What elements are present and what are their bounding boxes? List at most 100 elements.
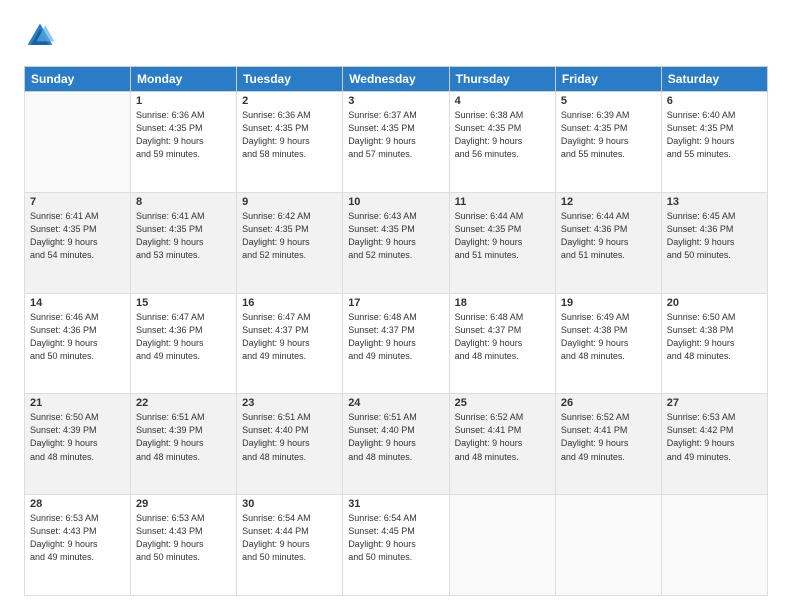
calendar-cell: 1 Sunrise: 6:36 AM Sunset: 4:35 PM Daylig… bbox=[131, 92, 237, 193]
day-info: Sunrise: 6:53 AM Sunset: 4:43 PM Dayligh… bbox=[30, 512, 125, 564]
day-info: Sunrise: 6:41 AM Sunset: 4:35 PM Dayligh… bbox=[30, 210, 125, 262]
day-info: Sunrise: 6:54 AM Sunset: 4:44 PM Dayligh… bbox=[242, 512, 337, 564]
calendar-cell: 6 Sunrise: 6:40 AM Sunset: 4:35 PM Daylig… bbox=[661, 92, 767, 193]
calendar-cell: 21 Sunrise: 6:50 AM Sunset: 4:39 PM Dayli… bbox=[25, 394, 131, 495]
day-number: 10 bbox=[348, 196, 443, 208]
day-number: 28 bbox=[30, 498, 125, 510]
calendar-cell: 2Sunrise: 6:36 AM Sunset: 4:35 PM Daylig… bbox=[237, 92, 343, 193]
day-number: 19 bbox=[561, 297, 656, 309]
weekday-header-row: SundayMondayTuesdayWednesdayThursdayFrid… bbox=[25, 67, 768, 92]
calendar-cell: 28 Sunrise: 6:53 AM Sunset: 4:43 PM Dayli… bbox=[25, 495, 131, 596]
page: SundayMondayTuesdayWednesdayThursdayFrid… bbox=[0, 0, 792, 612]
day-info: Sunrise: 6:47 AM Sunset: 4:37 PM Dayligh… bbox=[242, 311, 337, 363]
day-info: Sunrise: 6:36 AM Sunset: 4:35 PM Dayligh… bbox=[242, 109, 337, 161]
calendar-cell: 4 Sunrise: 6:38 AM Sunset: 4:35 PM Daylig… bbox=[449, 92, 555, 193]
calendar-cell: 20Sunrise: 6:50 AM Sunset: 4:38 PM Dayli… bbox=[661, 293, 767, 394]
day-number: 16 bbox=[242, 297, 337, 309]
weekday-header-tuesday: Tuesday bbox=[237, 67, 343, 92]
day-info: Sunrise: 6:54 AM Sunset: 4:45 PM Dayligh… bbox=[348, 512, 443, 564]
calendar-cell: 14 Sunrise: 6:46 AM Sunset: 4:36 PM Dayli… bbox=[25, 293, 131, 394]
day-info: Sunrise: 6:43 AM Sunset: 4:35 PM Dayligh… bbox=[348, 210, 443, 262]
day-number: 23 bbox=[242, 397, 337, 409]
calendar-cell: 19 Sunrise: 6:49 AM Sunset: 4:38 PM Dayli… bbox=[555, 293, 661, 394]
calendar-cell: 3 Sunrise: 6:37 AM Sunset: 4:35 PM Daylig… bbox=[343, 92, 449, 193]
weekday-header-saturday: Saturday bbox=[661, 67, 767, 92]
calendar: SundayMondayTuesdayWednesdayThursdayFrid… bbox=[24, 66, 768, 596]
calendar-cell: 29Sunrise: 6:53 AM Sunset: 4:43 PM Dayli… bbox=[131, 495, 237, 596]
day-number: 6 bbox=[667, 95, 762, 107]
day-number: 21 bbox=[30, 397, 125, 409]
calendar-cell: 16 Sunrise: 6:47 AM Sunset: 4:37 PM Dayli… bbox=[237, 293, 343, 394]
day-info: Sunrise: 6:40 AM Sunset: 4:35 PM Dayligh… bbox=[667, 109, 762, 161]
calendar-cell bbox=[555, 495, 661, 596]
day-info: Sunrise: 6:37 AM Sunset: 4:35 PM Dayligh… bbox=[348, 109, 443, 161]
day-info: Sunrise: 6:48 AM Sunset: 4:37 PM Dayligh… bbox=[348, 311, 443, 363]
day-info: Sunrise: 6:42 AM Sunset: 4:35 PM Dayligh… bbox=[242, 210, 337, 262]
day-info: Sunrise: 6:52 AM Sunset: 4:41 PM Dayligh… bbox=[455, 411, 550, 463]
calendar-week-row: 14 Sunrise: 6:46 AM Sunset: 4:36 PM Dayli… bbox=[25, 293, 768, 394]
day-info: Sunrise: 6:46 AM Sunset: 4:36 PM Dayligh… bbox=[30, 311, 125, 363]
calendar-cell: 25 Sunrise: 6:52 AM Sunset: 4:41 PM Dayli… bbox=[449, 394, 555, 495]
calendar-cell: 12 Sunrise: 6:44 AM Sunset: 4:36 PM Dayli… bbox=[555, 192, 661, 293]
day-info: Sunrise: 6:51 AM Sunset: 4:40 PM Dayligh… bbox=[242, 411, 337, 463]
day-number: 20 bbox=[667, 297, 762, 309]
day-info: Sunrise: 6:38 AM Sunset: 4:35 PM Dayligh… bbox=[455, 109, 550, 161]
calendar-cell: 5 Sunrise: 6:39 AM Sunset: 4:35 PM Daylig… bbox=[555, 92, 661, 193]
calendar-week-row: 7 Sunrise: 6:41 AM Sunset: 4:35 PM Daylig… bbox=[25, 192, 768, 293]
calendar-cell bbox=[449, 495, 555, 596]
day-number: 18 bbox=[455, 297, 550, 309]
day-info: Sunrise: 6:53 AM Sunset: 4:43 PM Dayligh… bbox=[136, 512, 231, 564]
day-number: 27 bbox=[667, 397, 762, 409]
day-info: Sunrise: 6:47 AM Sunset: 4:36 PM Dayligh… bbox=[136, 311, 231, 363]
calendar-cell: 31 Sunrise: 6:54 AM Sunset: 4:45 PM Dayli… bbox=[343, 495, 449, 596]
calendar-week-row: 21 Sunrise: 6:50 AM Sunset: 4:39 PM Dayli… bbox=[25, 394, 768, 495]
calendar-cell: 23 Sunrise: 6:51 AM Sunset: 4:40 PM Dayli… bbox=[237, 394, 343, 495]
calendar-cell: 8Sunrise: 6:41 AM Sunset: 4:35 PM Daylig… bbox=[131, 192, 237, 293]
day-number: 12 bbox=[561, 196, 656, 208]
calendar-cell: 18Sunrise: 6:48 AM Sunset: 4:37 PM Dayli… bbox=[449, 293, 555, 394]
day-number: 31 bbox=[348, 498, 443, 510]
day-number: 25 bbox=[455, 397, 550, 409]
day-number: 14 bbox=[30, 297, 125, 309]
day-info: Sunrise: 6:51 AM Sunset: 4:40 PM Dayligh… bbox=[348, 411, 443, 463]
calendar-week-row: 28 Sunrise: 6:53 AM Sunset: 4:43 PM Dayli… bbox=[25, 495, 768, 596]
calendar-cell: 10 Sunrise: 6:43 AM Sunset: 4:35 PM Dayli… bbox=[343, 192, 449, 293]
day-info: Sunrise: 6:45 AM Sunset: 4:36 PM Dayligh… bbox=[667, 210, 762, 262]
day-number: 3 bbox=[348, 95, 443, 107]
day-info: Sunrise: 6:49 AM Sunset: 4:38 PM Dayligh… bbox=[561, 311, 656, 363]
day-info: Sunrise: 6:36 AM Sunset: 4:35 PM Dayligh… bbox=[136, 109, 231, 161]
day-number: 9 bbox=[242, 196, 337, 208]
day-info: Sunrise: 6:39 AM Sunset: 4:35 PM Dayligh… bbox=[561, 109, 656, 161]
day-info: Sunrise: 6:53 AM Sunset: 4:42 PM Dayligh… bbox=[667, 411, 762, 463]
calendar-cell: 13 Sunrise: 6:45 AM Sunset: 4:36 PM Dayli… bbox=[661, 192, 767, 293]
calendar-cell: 24 Sunrise: 6:51 AM Sunset: 4:40 PM Dayli… bbox=[343, 394, 449, 495]
calendar-cell bbox=[25, 92, 131, 193]
day-number: 11 bbox=[455, 196, 550, 208]
calendar-cell: 15 Sunrise: 6:47 AM Sunset: 4:36 PM Dayli… bbox=[131, 293, 237, 394]
day-number: 5 bbox=[561, 95, 656, 107]
day-number: 22 bbox=[136, 397, 231, 409]
day-info: Sunrise: 6:44 AM Sunset: 4:36 PM Dayligh… bbox=[561, 210, 656, 262]
calendar-cell: 11 Sunrise: 6:44 AM Sunset: 4:35 PM Dayli… bbox=[449, 192, 555, 293]
day-number: 24 bbox=[348, 397, 443, 409]
day-number: 13 bbox=[667, 196, 762, 208]
calendar-cell: 27 Sunrise: 6:53 AM Sunset: 4:42 PM Dayli… bbox=[661, 394, 767, 495]
weekday-header-monday: Monday bbox=[131, 67, 237, 92]
day-number: 7 bbox=[30, 196, 125, 208]
day-info: Sunrise: 6:50 AM Sunset: 4:39 PM Dayligh… bbox=[30, 411, 125, 463]
day-number: 17 bbox=[348, 297, 443, 309]
weekday-header-thursday: Thursday bbox=[449, 67, 555, 92]
weekday-header-wednesday: Wednesday bbox=[343, 67, 449, 92]
logo-icon bbox=[24, 20, 56, 52]
calendar-cell: 30 Sunrise: 6:54 AM Sunset: 4:44 PM Dayli… bbox=[237, 495, 343, 596]
day-number: 15 bbox=[136, 297, 231, 309]
logo bbox=[24, 20, 60, 52]
calendar-cell: 7 Sunrise: 6:41 AM Sunset: 4:35 PM Daylig… bbox=[25, 192, 131, 293]
weekday-header-sunday: Sunday bbox=[25, 67, 131, 92]
calendar-cell bbox=[661, 495, 767, 596]
day-number: 4 bbox=[455, 95, 550, 107]
day-info: Sunrise: 6:44 AM Sunset: 4:35 PM Dayligh… bbox=[455, 210, 550, 262]
day-number: 30 bbox=[242, 498, 337, 510]
day-number: 1 bbox=[136, 95, 231, 107]
weekday-header-friday: Friday bbox=[555, 67, 661, 92]
